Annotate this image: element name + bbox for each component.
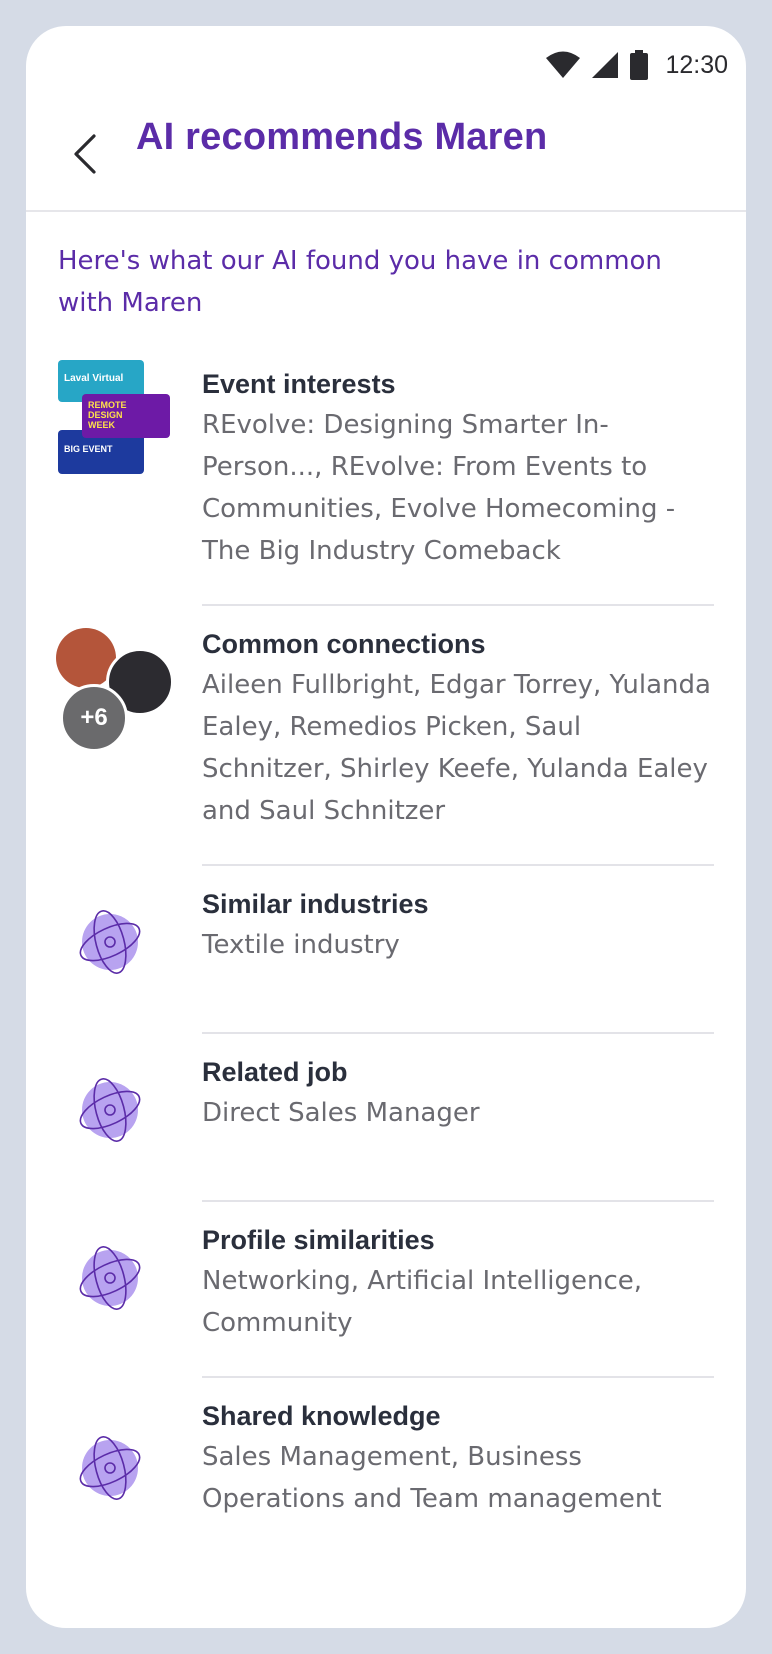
item-text: Textile industry <box>202 930 400 960</box>
back-button[interactable] <box>64 132 108 176</box>
item-title: Related job <box>202 1057 348 1087</box>
page-title: AI recommends Maren <box>136 116 548 158</box>
app-header: AI recommends Maren <box>26 90 746 212</box>
status-time: 12:30 <box>665 50 728 79</box>
common-items-list: Laval Virtual BIG EVENT REMOTE DESIGN WE… <box>26 346 746 1554</box>
item-text: Sales Management, Business Operations an… <box>202 1442 662 1514</box>
ai-atom-icon <box>79 1436 141 1500</box>
item-text: REvolve: Designing Smarter In-Person...,… <box>202 410 676 566</box>
wifi-icon <box>546 51 581 78</box>
item-title: Common connections <box>202 629 486 659</box>
list-item-shared-knowledge[interactable]: Shared knowledge Sales Management, Busin… <box>26 1378 746 1554</box>
event-thumbnail: REMOTE DESIGN WEEK <box>82 394 170 438</box>
ai-atom-icon <box>79 1078 141 1142</box>
phone-screen: 12:30 AI recommends Maren Here's what ou… <box>26 26 746 1628</box>
list-item-common-connections[interactable]: +6 Common connections Aileen Fullbright,… <box>26 606 746 866</box>
more-connections-badge: +6 <box>60 684 128 752</box>
list-item-related-job[interactable]: Related job Direct Sales Manager <box>26 1034 746 1202</box>
item-title: Shared knowledge <box>202 1401 441 1431</box>
item-title: Profile similarities <box>202 1225 435 1255</box>
battery-icon <box>630 50 649 80</box>
ai-atom-icon <box>79 910 141 974</box>
list-item-similar-industries[interactable]: Similar industries Textile industry <box>26 866 746 1034</box>
item-text: Networking, Artificial Intelligence, Com… <box>202 1266 643 1338</box>
item-text: Aileen Fullbright, Edgar Torrey, Yulanda… <box>202 670 711 826</box>
ai-atom-icon <box>79 1246 141 1310</box>
status-bar: 12:30 <box>545 40 728 90</box>
intro-text: Here's what our AI found you have in com… <box>58 246 662 318</box>
item-title: Event interests <box>202 369 396 399</box>
chevron-left-icon <box>74 134 96 174</box>
item-title: Similar industries <box>202 889 429 919</box>
item-text: Direct Sales Manager <box>202 1098 480 1128</box>
list-item-event-interests[interactable]: Laval Virtual BIG EVENT REMOTE DESIGN WE… <box>26 346 746 606</box>
list-item-profile-similarities[interactable]: Profile similarities Networking, Artific… <box>26 1202 746 1378</box>
connection-avatars: +6 <box>26 606 202 866</box>
event-thumbnails: Laval Virtual BIG EVENT REMOTE DESIGN WE… <box>26 346 202 606</box>
signal-icon <box>592 52 619 78</box>
